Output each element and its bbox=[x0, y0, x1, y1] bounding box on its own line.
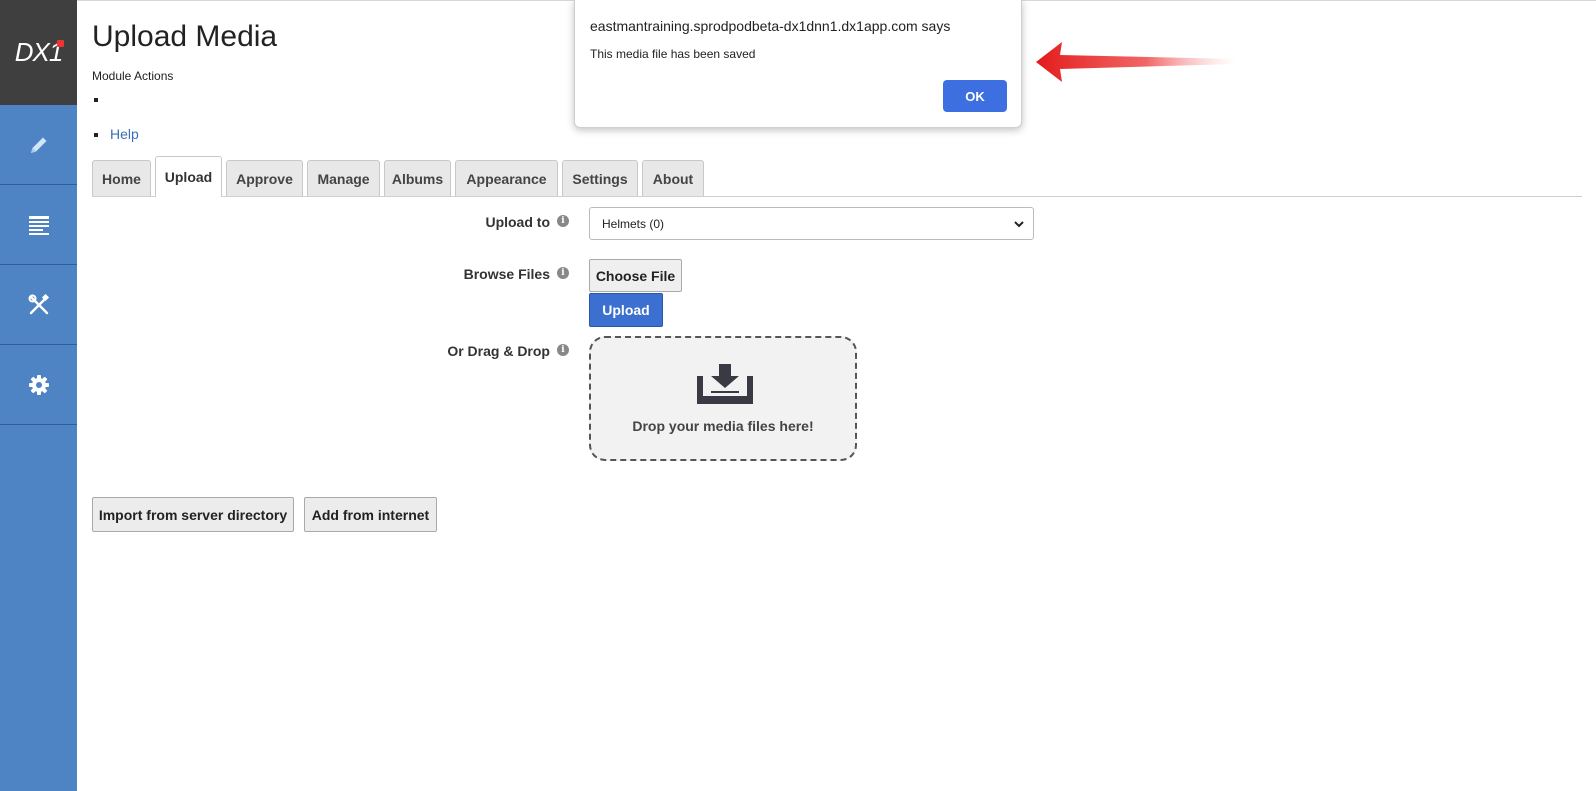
tab-about[interactable]: About bbox=[642, 160, 704, 196]
gear-icon bbox=[28, 374, 49, 395]
tools-icon bbox=[28, 293, 49, 314]
upload-to-select[interactable]: Helmets (0) bbox=[589, 207, 1034, 240]
logo-text: DX1 bbox=[14, 37, 64, 67]
tab-upload[interactable]: Upload bbox=[155, 156, 222, 197]
logo-cube-icon bbox=[57, 40, 64, 47]
sidebar-item-edit[interactable] bbox=[0, 105, 77, 185]
tab-albums[interactable]: Albums bbox=[384, 160, 451, 196]
bullet-marker bbox=[94, 133, 98, 137]
tab-settings[interactable]: Settings bbox=[562, 160, 638, 196]
dialog-message: This media file has been saved bbox=[590, 47, 756, 61]
import-server-directory-button[interactable]: Import from server directory bbox=[92, 497, 294, 532]
red-arrow-annotation bbox=[1036, 42, 1236, 82]
pencil-icon bbox=[30, 137, 46, 153]
download-tray-icon bbox=[697, 364, 753, 404]
choose-file-button[interactable]: Choose File bbox=[589, 259, 682, 292]
bullet-marker bbox=[94, 98, 98, 102]
upload-to-value: Helmets (0) bbox=[602, 216, 665, 231]
tab-approve[interactable]: Approve bbox=[226, 160, 303, 196]
drop-zone[interactable]: Drop your media files here! bbox=[589, 336, 857, 461]
drag-drop-label: Or Drag & Drop bbox=[447, 343, 550, 359]
dx1-logo[interactable]: DX1 bbox=[0, 0, 77, 105]
help-link[interactable]: Help bbox=[110, 126, 139, 142]
sidebar-item-tools[interactable] bbox=[0, 265, 77, 345]
ok-button[interactable]: OK bbox=[943, 80, 1007, 112]
tab-manage[interactable]: Manage bbox=[307, 160, 380, 196]
drop-zone-text: Drop your media files here! bbox=[632, 418, 814, 434]
alert-dialog: eastmantraining.sprodpodbeta-dx1dnn1.dx1… bbox=[574, 0, 1022, 128]
tab-appearance[interactable]: Appearance bbox=[455, 160, 558, 196]
chevron-down-icon bbox=[1014, 221, 1024, 228]
upload-to-label: Upload to bbox=[485, 214, 550, 230]
browse-files-label: Browse Files bbox=[463, 266, 550, 282]
sidebar-item-pages[interactable] bbox=[0, 185, 77, 265]
add-from-internet-button[interactable]: Add from internet bbox=[304, 497, 437, 532]
upload-button[interactable]: Upload bbox=[589, 293, 663, 327]
sidebar-item-settings[interactable] bbox=[0, 345, 77, 425]
module-actions-label[interactable]: Module Actions bbox=[92, 69, 173, 83]
tab-home[interactable]: Home bbox=[92, 160, 151, 196]
page-list-icon bbox=[28, 215, 49, 235]
page-title: Upload Media bbox=[92, 20, 278, 53]
info-icon[interactable]: i bbox=[557, 344, 569, 356]
info-icon[interactable]: i bbox=[557, 267, 569, 279]
sidebar: DX1 bbox=[0, 0, 77, 791]
dialog-origin: eastmantraining.sprodpodbeta-dx1dnn1.dx1… bbox=[590, 18, 951, 34]
tabs-divider bbox=[92, 196, 1582, 197]
info-icon[interactable]: i bbox=[557, 215, 569, 227]
